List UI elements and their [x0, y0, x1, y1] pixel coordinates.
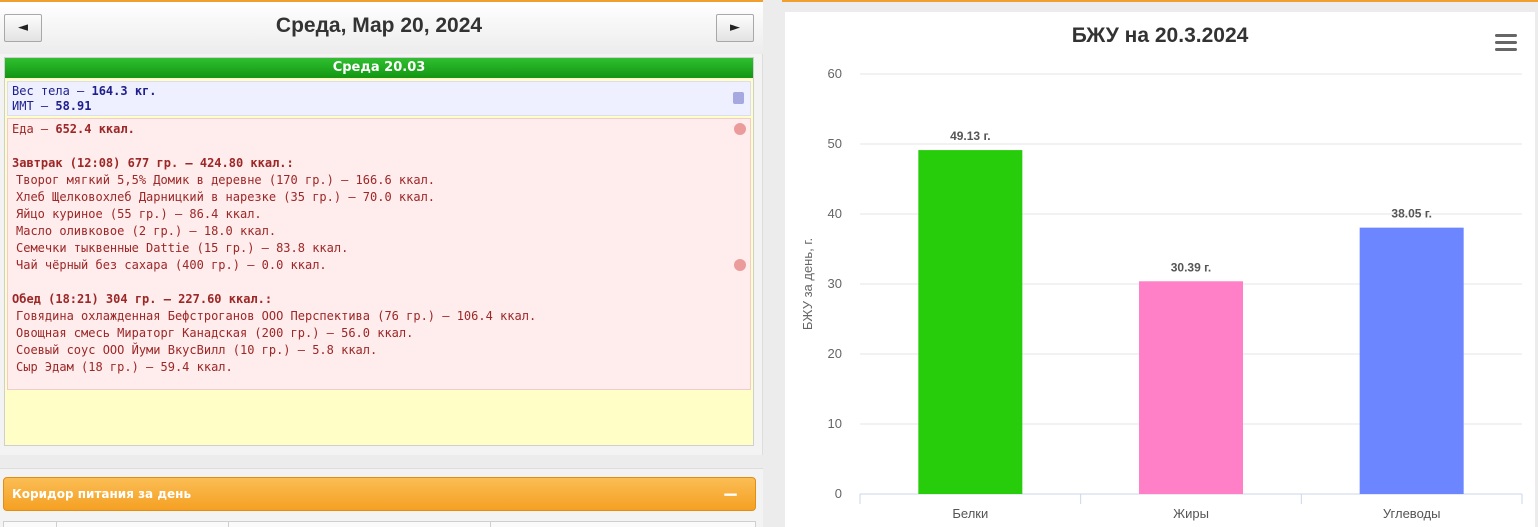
x-tick-label: Белки: [952, 506, 988, 521]
weight-section: Вес тела — 164.3 кг. ИМТ — 58.91: [7, 81, 751, 116]
day-header: Среда 20.03: [5, 58, 753, 78]
bmi-label: ИМТ —: [12, 99, 56, 113]
data-label: 38.05 г.: [1391, 207, 1432, 221]
x-tick-label: Углеводы: [1383, 506, 1441, 521]
y-tick-label: 30: [828, 276, 842, 291]
corridor-title: Коридор питания за день: [12, 487, 192, 501]
food-item: Овощная смесь Мираторг Канадская (200 гр…: [16, 326, 414, 340]
food-item: Творог мягкий 5,5% Домик в деревне (170 …: [16, 173, 436, 187]
corridor-table: [3, 521, 756, 527]
food-total-value: 652.4 ккал.: [55, 122, 135, 136]
x-tick-label: Жиры: [1173, 506, 1209, 521]
apple-icon[interactable]: [734, 123, 746, 135]
y-tick-label: 0: [835, 486, 842, 501]
food-section: Еда — 652.4 ккал. Завтрак (12:08) 677 гр…: [7, 118, 751, 390]
y-tick-label: 40: [828, 206, 842, 221]
weight-label: Вес тела —: [12, 84, 92, 98]
food-total-label: Еда —: [12, 122, 56, 136]
date-nav-bar: ◄ Среда, Мар 20, 2024 ►: [0, 0, 763, 54]
date-title: Среда, Мар 20, 2024: [275, 14, 483, 37]
bmi-line: ИМТ — 58.91: [12, 99, 746, 114]
next-day-button[interactable]: ►: [716, 14, 754, 42]
food-item: Чай чёрный без сахара (400 гр.) — 0.0 кк…: [16, 258, 327, 272]
day-entry: Среда 20.03 Вес тела — 164.3 кг. ИМТ — 5…: [4, 57, 754, 446]
food-item: Сыр Эдам (18 гр.) — 59.4 ккал.: [16, 360, 233, 374]
bar: [1359, 227, 1464, 494]
chart-panel: БЖУ на 20.3.2024 0 10 20 30 40 50 60 БЖУ за ден…: [782, 0, 1538, 527]
y-tick-label: 50: [828, 136, 842, 151]
data-label: 30.39 г.: [1171, 260, 1212, 274]
meal-title: Обед (18:21) 304 гр. — 227.60 ккал.:: [12, 292, 273, 306]
weight-line: Вес тела — 164.3 кг.: [12, 84, 746, 99]
weight-value: 164.3 кг.: [91, 84, 157, 98]
food-item: Семечки тыквенные Dattie (15 гр.) — 83.8…: [16, 241, 349, 255]
y-tick-label: 20: [828, 346, 842, 361]
bar: [918, 150, 1023, 494]
apple-icon[interactable]: [734, 259, 746, 271]
diary-panel: ◄ Среда, Мар 20, 2024 ► Среда 20.03 Вес …: [0, 0, 763, 455]
y-axis-title: БЖУ за день, г.: [800, 238, 815, 330]
food-item: Масло оливковое (2 гр.) — 18.0 ккал.: [16, 224, 277, 238]
food-total-line: Еда — 652.4 ккал.: [12, 121, 746, 138]
meal-title: Завтрак (12:08) 677 гр. — 424.80 ккал.:: [12, 156, 294, 170]
y-tick-label: 10: [828, 416, 842, 431]
macros-bar-chart: 0 10 20 30 40 50 60 БЖУ за день, г. 49.13 г. Белк…: [800, 66, 1523, 521]
data-label: 49.13 г.: [950, 129, 991, 143]
nutrition-corridor-panel: Коридор питания за день −: [0, 468, 763, 527]
bmi-value: 58.91: [55, 99, 92, 113]
food-item: Яйцо куриное (55 гр.) — 86.4 ккал.: [16, 207, 262, 221]
scale-icon[interactable]: [733, 92, 744, 104]
y-tick-label: 60: [828, 66, 842, 81]
food-item: Соевый соус ООО Йуми ВкусВилл (10 гр.) —…: [16, 343, 378, 357]
food-item: Говядина охлажденная Бефстроганов ООО Пе…: [16, 309, 537, 323]
food-item: Хлеб Щелковохлеб Дарницкий в нарезке (35…: [16, 190, 436, 204]
bar: [1139, 281, 1243, 494]
collapse-toggle-icon[interactable]: −: [722, 478, 739, 510]
corridor-header[interactable]: Коридор питания за день −: [3, 477, 756, 511]
